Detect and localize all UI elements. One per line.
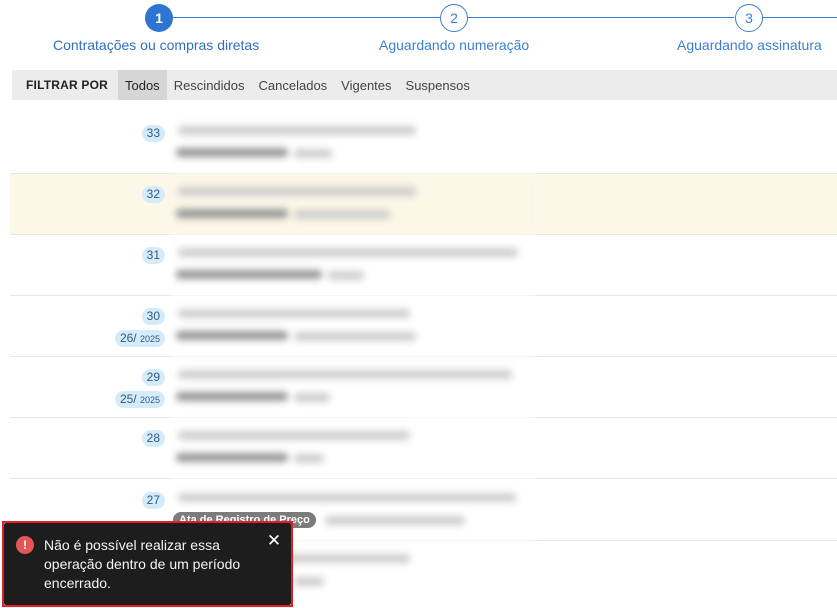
list-item[interactable]: 29 25/ 2025 — [10, 357, 837, 418]
list-item[interactable]: 30 26/ 2025 — [10, 296, 837, 357]
step-connector — [762, 17, 837, 18]
filter-todos[interactable]: Todos — [117, 70, 167, 100]
list-item[interactable]: 33 — [10, 113, 837, 174]
item-number-badge: 31 — [141, 247, 165, 264]
step-2-label[interactable]: Aguardando numeração — [379, 37, 529, 53]
filter-vigentes[interactable]: Vigentes — [334, 70, 398, 100]
toast-message: Não é possível realizar essa operação de… — [44, 537, 241, 591]
step-connector — [468, 17, 734, 18]
filter-cancelados[interactable]: Cancelados — [252, 70, 335, 100]
item-number-badge: 27 — [141, 492, 165, 509]
step-3-indicator[interactable]: 3 — [735, 4, 763, 32]
progress-stepper: 1 Contratações ou compras diretas 2 Agua… — [0, 0, 837, 62]
filter-rescindidos[interactable]: Rescindidos — [167, 70, 252, 100]
filter-bar: FILTRAR POR Todos Rescindidos Cancelados… — [12, 70, 837, 100]
list-item[interactable]: 28 — [10, 418, 837, 479]
list-item[interactable]: 32 — [10, 174, 837, 235]
step-1-indicator[interactable]: 1 — [145, 4, 173, 32]
item-number-badge: 32 — [141, 186, 165, 203]
blurred-content — [170, 296, 536, 356]
step-connector — [172, 17, 440, 18]
step-2-indicator[interactable]: 2 — [440, 4, 468, 32]
list-item[interactable]: 31 — [10, 235, 837, 296]
item-number-badge: 30 — [141, 308, 165, 325]
filter-title: FILTRAR POR — [26, 78, 108, 92]
step-1-label[interactable]: Contratações ou compras diretas — [53, 37, 259, 53]
blurred-content — [170, 174, 536, 234]
item-sub-number-badge: 26/ 2025 — [114, 330, 165, 347]
filter-suspensos[interactable]: Suspensos — [399, 70, 477, 100]
item-number-badge: 28 — [141, 430, 165, 447]
blurred-content — [170, 418, 536, 478]
error-toast: ! Não é possível realizar essa operação … — [4, 523, 291, 605]
item-number-badge: 33 — [141, 125, 165, 142]
item-number-badge: 29 — [141, 369, 165, 386]
blurred-content — [170, 113, 536, 173]
blurred-content — [170, 235, 536, 295]
error-icon: ! — [16, 536, 34, 554]
blurred-content — [170, 357, 536, 417]
step-3-label[interactable]: Aguardando assinatura — [677, 37, 822, 53]
item-sub-number-badge: 25/ 2025 — [114, 391, 165, 408]
close-icon[interactable]: ✕ — [265, 531, 283, 550]
